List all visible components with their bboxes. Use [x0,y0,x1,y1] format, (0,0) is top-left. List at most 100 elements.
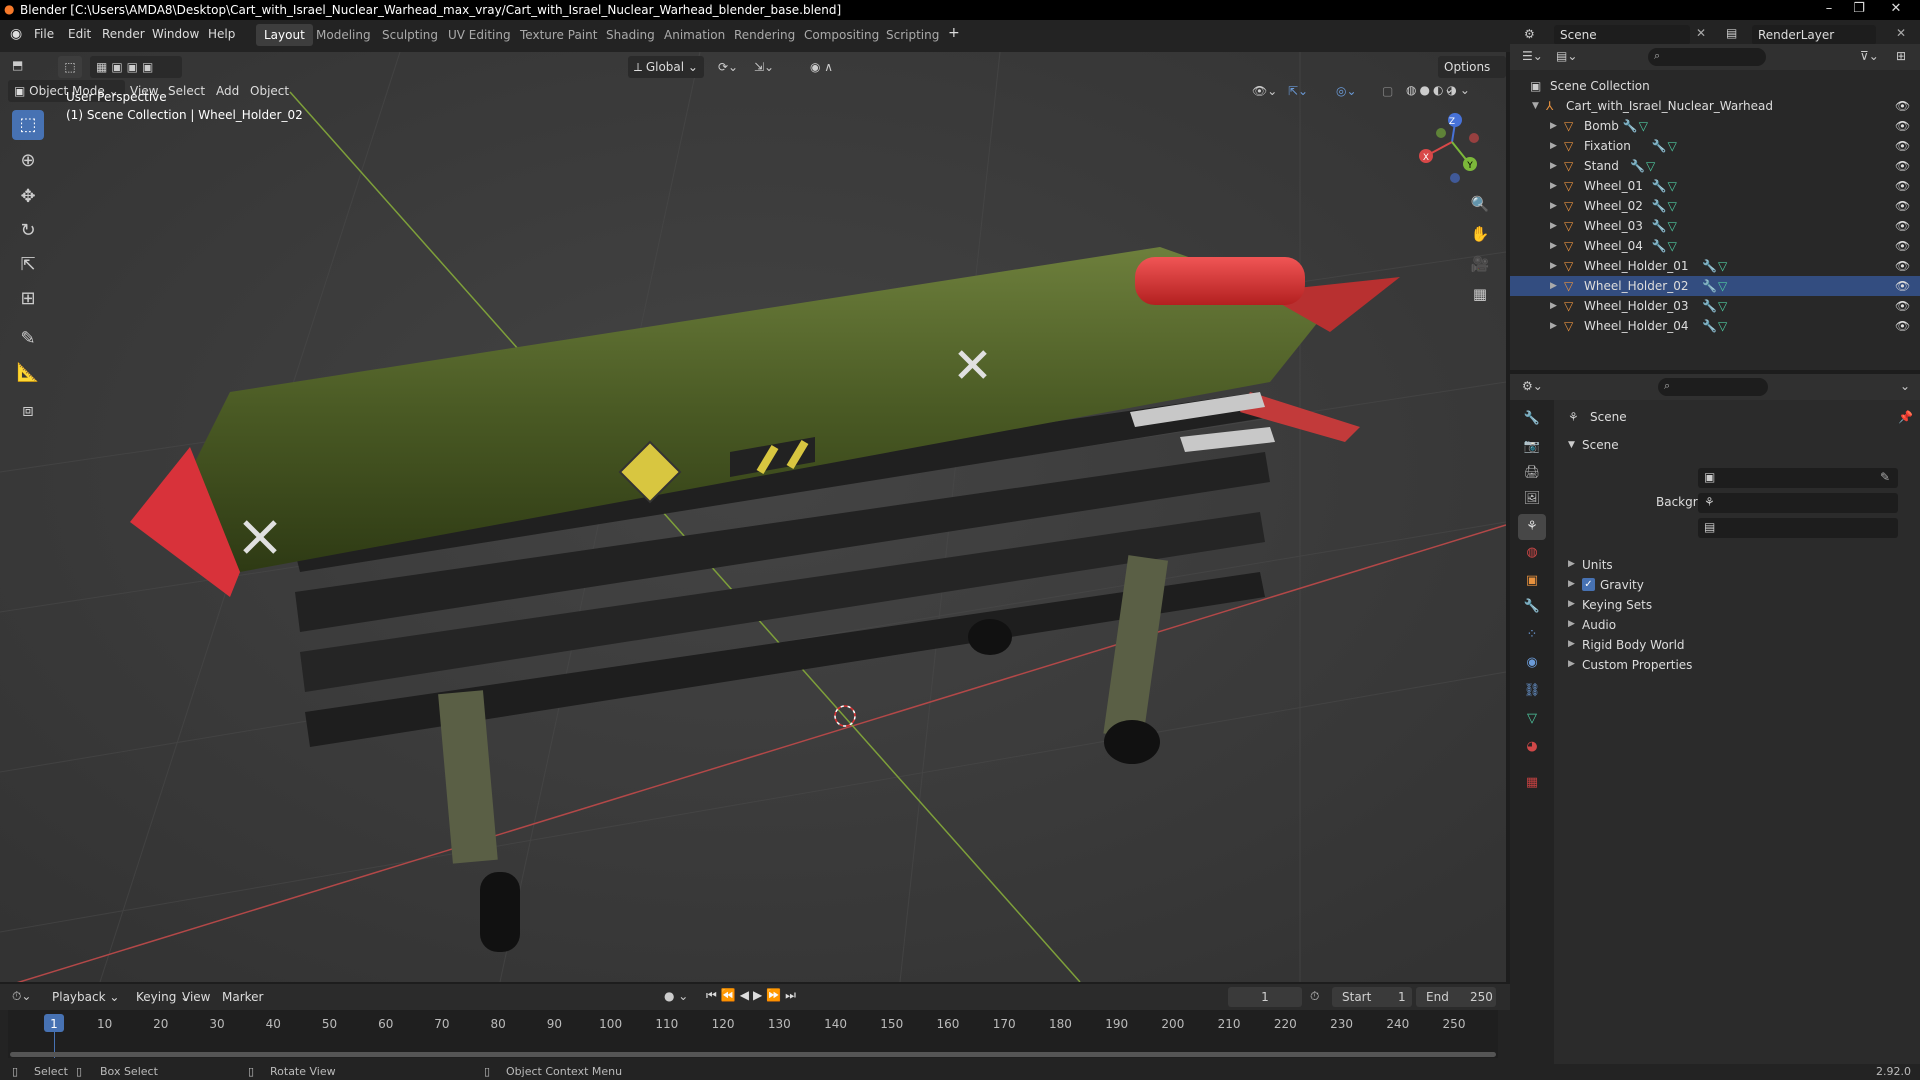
mesh-data-icon[interactable]: ▽ [1718,316,1727,336]
scene-selector[interactable]: Scene [1554,25,1690,45]
filter-icon[interactable]: ⊽⌄ [1860,49,1879,63]
scene-tab-icon[interactable]: ⚘ [1518,514,1546,540]
menu-file[interactable]: File [34,27,54,41]
menu-help[interactable]: Help [208,27,235,41]
timeline-scrollbar[interactable] [10,1052,1496,1057]
modifiers-tab-icon[interactable]: 🔧 [1518,594,1546,620]
properties-section[interactable]: ▶ Custom Properties [1568,658,1908,676]
mesh-data-tab-icon[interactable]: ▽ [1518,706,1546,732]
rotate-tool-icon[interactable]: ↻ [12,216,44,246]
visibility-eye-icon[interactable]: 👁 [1895,216,1910,236]
modifier-wrench-icon[interactable]: 🔧 [1623,116,1638,136]
modifier-wrench-icon[interactable]: 🔧 [1702,276,1717,296]
scene-panel-title[interactable]: Scene [1582,438,1619,452]
tab-sculpting[interactable]: Sculpting [374,24,446,46]
modifier-wrench-icon[interactable]: 🔧 [1652,216,1667,236]
properties-section[interactable]: ▶ ✓ Gravity [1568,578,1908,596]
visibility-eye-icon[interactable]: 👁 [1895,256,1910,276]
expand-arrow-icon[interactable]: ▶ [1550,316,1557,336]
tab-modeling[interactable]: Modeling [308,24,379,46]
scene-close-icon[interactable]: ✕ [1696,26,1706,40]
section-expand-arrow-icon[interactable]: ▶ [1568,559,1575,569]
cursor-tool-icon[interactable]: ⊕ [12,146,44,176]
visibility-eye-icon[interactable]: 👁 [1895,116,1910,136]
close-button[interactable]: ✕ [1876,0,1916,20]
scale-tool-icon[interactable]: ⇱ [12,250,44,280]
snapping-icon[interactable]: ⇲⌄ [754,60,774,74]
scene-type-icon[interactable]: ⚙ [1524,27,1535,41]
mesh-data-icon[interactable]: ▽ [1639,116,1648,136]
menu-window[interactable]: Window [152,27,199,41]
record-icon[interactable]: ● ⌄ [664,989,688,1003]
editor-type-icon[interactable]: ⬒ [12,58,23,72]
properties-section[interactable]: ▶ Keying Sets [1568,598,1908,616]
menu-timeline-view[interactable]: View [176,986,216,1008]
tab-uv-editing[interactable]: UV Editing [440,24,519,46]
modifier-wrench-icon[interactable]: 🔧 [1702,316,1717,336]
visibility-eye-icon[interactable]: 👁 [1895,316,1910,336]
visibility-eye-icon[interactable]: 👁 [1895,296,1910,316]
properties-options-icon[interactable]: ⌄ [1900,379,1910,393]
move-tool-icon[interactable]: ✥ [12,182,44,212]
new-collection-icon[interactable]: ⊞ [1896,49,1906,63]
render-layer-close-icon[interactable]: ✕ [1896,26,1906,40]
xray-icon[interactable]: ▢ [1382,84,1393,98]
menu-edit[interactable]: Edit [68,27,91,41]
tab-compositing[interactable]: Compositing [796,24,887,46]
blender-menu-icon[interactable]: ◉ [10,26,22,42]
section-expand-arrow-icon[interactable]: ▶ [1568,579,1575,589]
pin-icon[interactable]: 📌 [1898,410,1913,424]
modifier-wrench-icon[interactable]: 🔧 [1652,196,1667,216]
mesh-data-icon[interactable]: ▽ [1718,296,1727,316]
modifier-wrench-icon[interactable]: 🔧 [1630,156,1645,176]
maximize-button[interactable]: ❐ [1844,0,1874,20]
background-scene-field[interactable]: ⚘ [1698,493,1898,513]
section-expand-arrow-icon[interactable]: ▶ [1568,619,1575,629]
visibility-eye-icon[interactable]: 👁 [1895,156,1910,176]
view-layer-tab-icon[interactable]: 🖼 [1518,486,1546,512]
transform-orientation-dropdown[interactable]: ⟂ Global ⌄ [628,56,704,78]
tree-item-object[interactable]: ▶ ▽ Wheel_Holder_03 🔧 ▽ 👁 [1510,296,1920,316]
eyedropper-icon[interactable]: ✎ [1880,470,1890,484]
mesh-data-icon[interactable]: ▽ [1668,216,1677,236]
tree-item-collection[interactable]: ▼ ⅄ Cart_with_Israel_Nuclear_Warhead 👁 [1510,96,1920,116]
mesh-data-icon[interactable]: ▽ [1668,196,1677,216]
visibility-eye-icon[interactable]: 👁 [1895,236,1910,256]
physics-tab-icon[interactable]: ◉ [1518,650,1546,676]
outliner-editor-icon[interactable]: ☰⌄ [1522,49,1543,63]
tree-item-object[interactable]: ▶ ▽ Stand 🔧 ▽ 👁 [1510,156,1920,176]
object-tab-icon[interactable]: ▣ [1518,568,1546,594]
options-dropdown[interactable]: Options ⌄ [1438,56,1506,96]
menu-marker[interactable]: Marker [216,986,269,1008]
mesh-data-icon[interactable]: ▽ [1668,236,1677,256]
menu-add[interactable]: Add [210,80,245,102]
visibility-eye-icon[interactable]: 👁 [1895,176,1910,196]
render-layer-icon[interactable]: ▤ [1726,26,1737,40]
select-box-tool-icon[interactable]: ⬚ [12,110,44,140]
tree-item-object[interactable]: ▶ ▽ Wheel_Holder_02 🔧 ▽ 👁 [1510,276,1920,296]
tab-scripting[interactable]: Scripting [878,24,947,46]
expand-arrow-icon[interactable]: ▶ [1550,176,1557,196]
properties-search-input[interactable]: ⌕ [1658,378,1768,396]
visibility-icon[interactable]: 👁⌄ [1252,84,1277,98]
expand-arrow-icon[interactable]: ▶ [1550,136,1557,156]
mesh-data-icon[interactable]: ▽ [1718,256,1727,276]
expand-arrow-icon[interactable]: ▶ [1550,196,1557,216]
selection-modes-icon[interactable]: ▦▣▣▣ [90,56,182,78]
menu-select[interactable]: Select [162,80,211,102]
active-clip-field[interactable]: ▤ [1698,518,1898,538]
modifier-wrench-icon[interactable]: 🔧 [1702,296,1717,316]
transform-tool-icon[interactable]: ⊞ [12,284,44,314]
ortho-grid-icon[interactable]: ▦ [1466,280,1494,308]
tab-rendering[interactable]: Rendering [726,24,803,46]
section-expand-arrow-icon[interactable]: ▶ [1568,639,1575,649]
mesh-data-icon[interactable]: ▽ [1668,176,1677,196]
visibility-eye-icon[interactable]: 👁 [1895,276,1910,296]
expand-arrow-icon[interactable]: ▶ [1550,256,1557,276]
constraints-tab-icon[interactable]: ⛓ [1518,678,1546,704]
particles-tab-icon[interactable]: ⁘ [1518,622,1546,648]
texture-tab-icon[interactable]: ▦ [1518,770,1546,796]
expand-arrow-icon[interactable]: ▶ [1550,216,1557,236]
3d-viewport[interactable]: Z X Y ⬒ ⬚ ▦▣▣▣ ⟂ Global ⌄ ⟳⌄ ⇲⌄ ◉ ∧ Opti… [0,52,1506,982]
render-tab-icon[interactable]: 📷 [1518,434,1546,460]
